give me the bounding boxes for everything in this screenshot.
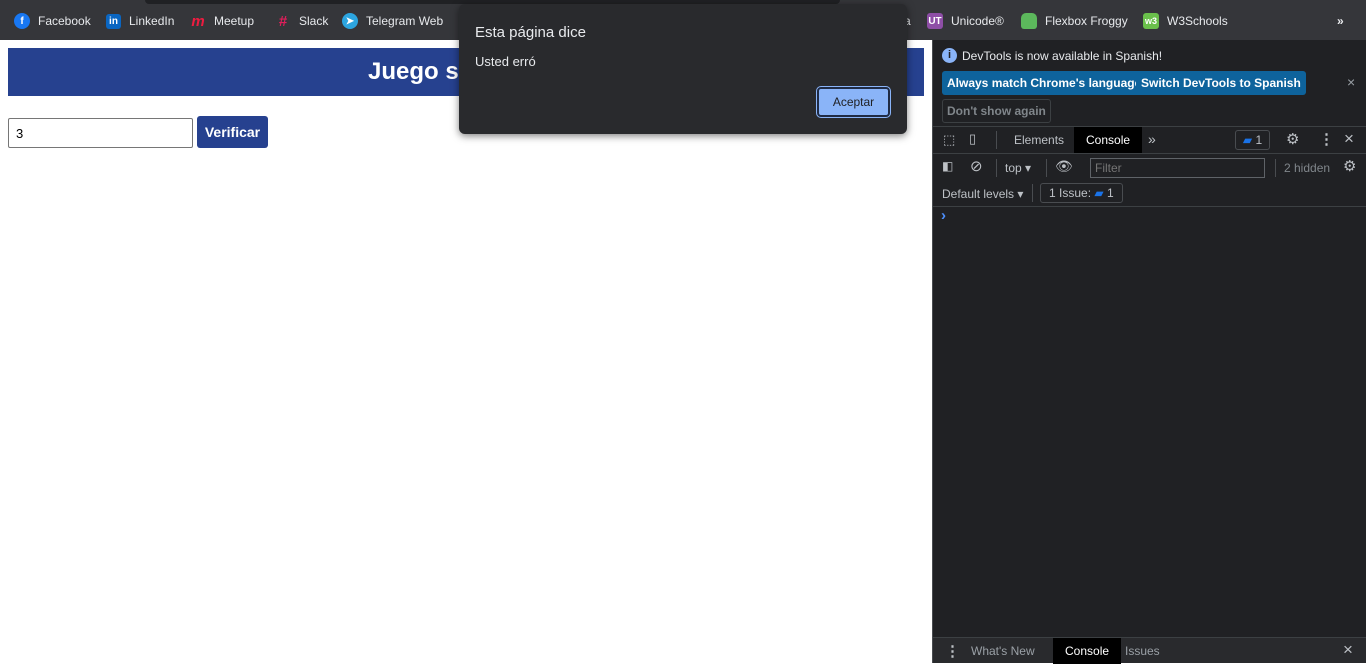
guess-input[interactable]	[8, 118, 193, 148]
settings-icon[interactable]: ⚙	[1286, 130, 1299, 148]
bookmark-slack[interactable]: # Slack	[275, 12, 329, 30]
tab-console[interactable]: Console	[1074, 127, 1143, 153]
bookmark-unicode[interactable]: UT Unicode®	[927, 12, 1004, 30]
dialog-message: Usted erró	[475, 54, 536, 69]
close-drawer-icon[interactable]: ×	[1343, 640, 1353, 660]
page-title: Juego s	[368, 58, 459, 85]
bookmark-flexbox-froggy[interactable]: Flexbox Froggy	[1021, 12, 1128, 30]
info-icon: i	[942, 48, 957, 63]
divider	[1275, 159, 1276, 177]
close-notice-icon[interactable]: ×	[1347, 74, 1355, 90]
issue-label: 1 Issue:	[1049, 186, 1092, 200]
console-settings-icon[interactable]: ⚙	[1343, 157, 1356, 175]
language-notice: DevTools is now available in Spanish!	[962, 49, 1163, 63]
drawer-tab-console[interactable]: Console	[1053, 638, 1122, 664]
tab-elements[interactable]: Elements	[1002, 127, 1076, 153]
frog-icon	[1021, 13, 1037, 29]
accept-button[interactable]: Aceptar	[816, 86, 891, 118]
bookmark-label: W3Schools	[1167, 14, 1228, 28]
more-options-icon[interactable]: ⋮	[1319, 130, 1334, 148]
alert-dialog: Esta página dice Usted erró Aceptar	[459, 4, 907, 134]
facebook-icon: f	[14, 13, 30, 29]
drawer-tab-issues[interactable]: Issues	[1113, 638, 1172, 664]
issues-button[interactable]: 1 Issue: ▰ 1	[1040, 183, 1123, 203]
bookmark-w3schools[interactable]: w3 W3Schools	[1143, 12, 1228, 30]
console-toolbar: ◧ ⊘ top ▾ 👁 2 hidden ⚙	[933, 155, 1366, 181]
console-prompt[interactable]: ›	[941, 207, 946, 224]
issues-count: 1	[1255, 133, 1263, 147]
message-icon: ▰	[1094, 186, 1104, 200]
slack-icon: #	[278, 12, 288, 30]
linkedin-icon: in	[106, 13, 121, 29]
divider	[996, 159, 997, 177]
bookmark-facebook[interactable]: f Facebook	[14, 12, 91, 30]
levels-dropdown[interactable]: Default levels ▾	[942, 187, 1023, 201]
bookmark-linkedin[interactable]: in LinkedIn	[106, 12, 174, 30]
divider	[1046, 159, 1047, 177]
issues-counter[interactable]: ▰ 1	[1235, 130, 1270, 150]
bookmark-label: Slack	[299, 14, 329, 28]
bookmark-label: Facebook	[38, 14, 91, 28]
device-toolbar-icon[interactable]: ▯	[969, 131, 976, 147]
bookmark-telegram[interactable]: ➤ Telegram Web	[342, 12, 443, 30]
inspect-element-icon[interactable]: ⬚	[943, 132, 955, 148]
drawer-tabbar: ⋮ What's New Console Issues ×	[933, 637, 1366, 664]
drawer-menu-icon[interactable]: ⋮	[945, 642, 960, 660]
divider	[1032, 184, 1033, 202]
bookmark-label: LinkedIn	[129, 14, 175, 28]
clear-console-icon[interactable]: ⊘	[970, 157, 983, 175]
dont-show-again-button[interactable]: Don't show again	[942, 99, 1051, 123]
context-selector[interactable]: top ▾	[1005, 161, 1031, 175]
verify-button[interactable]: Verificar	[197, 116, 268, 148]
sidebar-toggle-icon[interactable]: ◧	[942, 159, 953, 173]
more-bookmarks-button[interactable]: »	[1337, 12, 1344, 30]
context-label: top	[1005, 161, 1022, 175]
issue-count: 1	[1106, 186, 1114, 200]
levels-label: Default levels	[942, 187, 1015, 201]
hidden-count: 2 hidden	[1284, 161, 1331, 175]
bookmark-meetup[interactable]: m Meetup	[190, 12, 254, 30]
bookmark-label: Meetup	[214, 14, 255, 28]
devtools-panel: i DevTools is now available in Spanish! …	[932, 40, 1366, 664]
dialog-title: Esta página dice	[475, 24, 586, 41]
message-icon: ▰	[1242, 133, 1253, 147]
match-language-button[interactable]: Always match Chrome's language	[942, 71, 1147, 95]
drawer-tab-whats-new[interactable]: What's New	[959, 638, 1047, 664]
bookmark-label: Unicode®	[951, 14, 1004, 28]
bookmark-label: Flexbox Froggy	[1045, 14, 1128, 28]
close-devtools-icon[interactable]: ×	[1344, 129, 1354, 149]
meetup-icon: m	[191, 12, 205, 30]
switch-spanish-button[interactable]: Switch DevTools to Spanish	[1136, 71, 1306, 95]
divider	[996, 131, 997, 149]
devtools-toolbar: ⬚ ▯ Elements Console » ▰ 1 ⚙ ⋮ ×	[933, 126, 1366, 154]
bookmark-label: Telegram Web	[366, 14, 444, 28]
eye-icon[interactable]: 👁	[1055, 158, 1073, 175]
unicode-icon: UT	[927, 13, 943, 29]
more-tabs-icon[interactable]: »	[1148, 131, 1156, 147]
console-filter-input[interactable]	[1090, 158, 1265, 178]
console-levels-bar: Default levels ▾ 1 Issue: ▰ 1	[933, 181, 1366, 207]
w3schools-icon: w3	[1143, 13, 1159, 29]
telegram-icon: ➤	[342, 13, 358, 29]
